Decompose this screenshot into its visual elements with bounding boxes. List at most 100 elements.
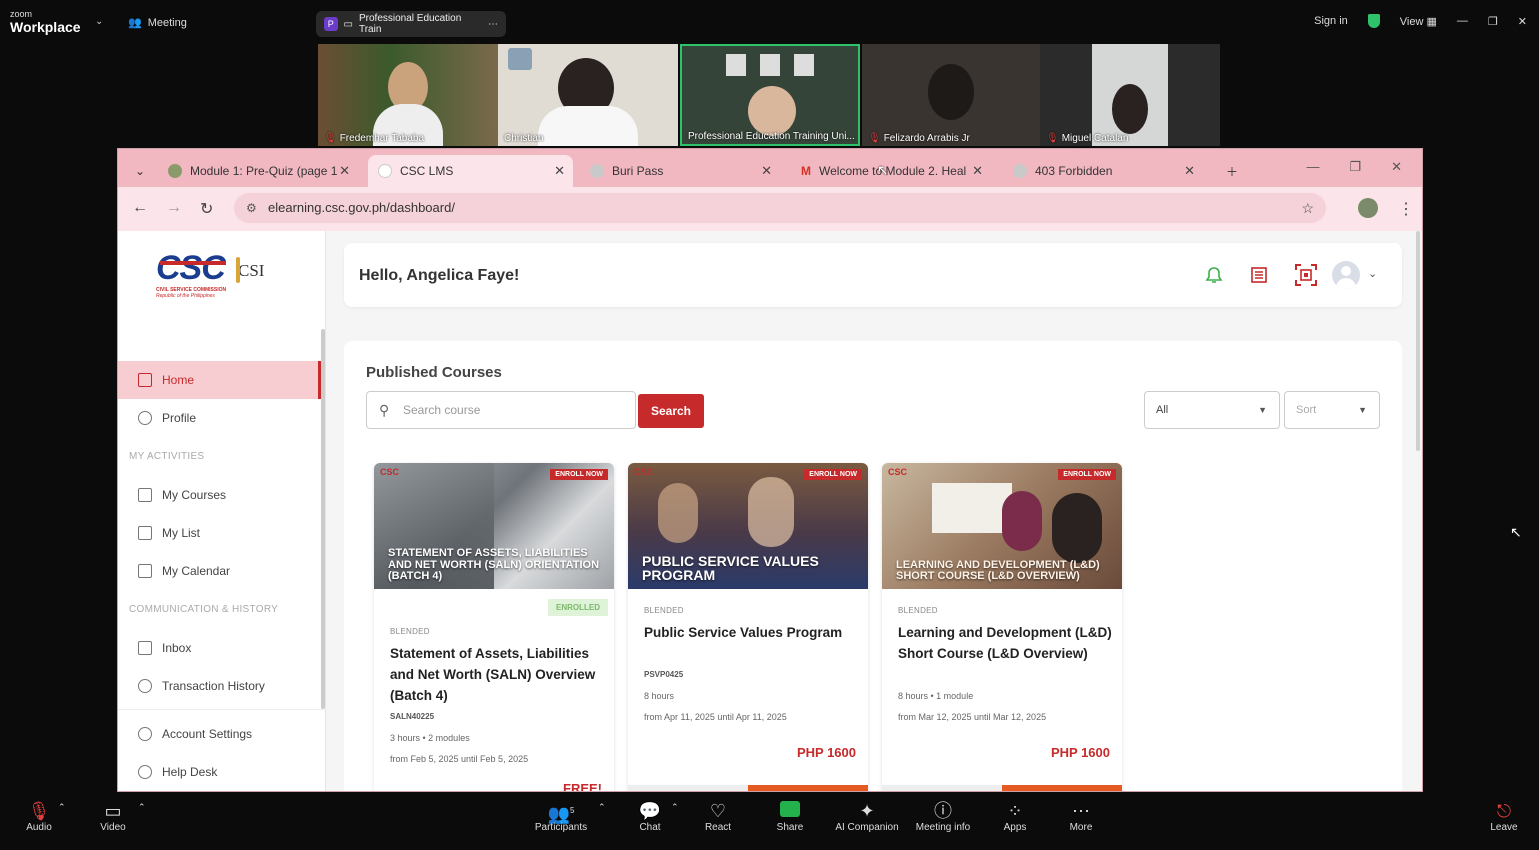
restore-icon[interactable]: ❐ [1488, 15, 1498, 28]
chat-options-icon[interactable]: ⌃ [671, 802, 679, 813]
minimize-icon[interactable]: — [1457, 15, 1468, 27]
participants-icon: 👥5 [547, 804, 575, 824]
sidebar-scrollbar[interactable] [321, 329, 325, 709]
sidebar-item-home[interactable]: Home [118, 361, 322, 399]
history-icon [138, 679, 152, 693]
video-tile-active-speaker[interactable]: Professional Education Training Uni... [680, 44, 860, 146]
participant-name: Professional Education Training Uni... [688, 131, 855, 142]
meeting-label: Meeting [147, 16, 187, 29]
page-header: Hello, Angelica Faye! ⌄ [344, 243, 1402, 307]
meeting-menu[interactable]: 👥 Meeting [128, 16, 187, 30]
close-tab-icon[interactable]: ✕ [339, 163, 350, 179]
chevron-down-icon[interactable]: ⌄ [1368, 267, 1377, 280]
leave-button[interactable]: ⎋ Leave [1488, 800, 1520, 833]
more-button[interactable]: ⋯ More [1066, 800, 1096, 833]
close-tab-icon[interactable]: ✕ [972, 163, 983, 179]
zoom-top-bar: zoom Workplace ⌄ 👥 Meeting P ▭ Professio… [0, 0, 1539, 44]
camera-icon: ▭ [104, 801, 122, 821]
course-title[interactable]: Public Service Values Program [644, 622, 859, 643]
chat-button[interactable]: 💬 Chat [636, 800, 664, 833]
back-icon[interactable]: ← [132, 199, 148, 217]
page-scrollbar[interactable] [1416, 231, 1420, 451]
sort-select[interactable]: Sort ▼ [1284, 391, 1380, 429]
participants-button[interactable]: 👥5 Participants [533, 800, 589, 833]
list-icon[interactable] [1249, 265, 1269, 285]
menu-icon[interactable]: ⋮ [1398, 199, 1414, 219]
course-code: SALN40225 [390, 712, 435, 721]
audio-button[interactable]: 🎙 Audio [22, 800, 56, 833]
add-to-list-button[interactable] [1002, 785, 1122, 791]
video-tile[interactable]: 🎙 Miguel Catalan [1040, 44, 1220, 146]
sign-in-link[interactable]: Sign in [1314, 15, 1348, 27]
minimize-icon[interactable]: — [1306, 159, 1319, 175]
tab-buri-pass[interactable]: Buri Pass ✕ [580, 155, 780, 187]
shield-icon[interactable] [1367, 14, 1380, 28]
chevron-down-icon[interactable]: ⌄ [95, 16, 103, 27]
course-card[interactable]: CSC ENROLL NOW LEARNING AND DEVELOPMENT … [882, 463, 1122, 791]
gmail-icon: M [801, 164, 811, 178]
course-dates: from Apr 11, 2025 until Apr 11, 2025 [644, 712, 787, 722]
restore-icon[interactable]: ❐ [1349, 159, 1361, 175]
video-tile[interactable]: Christian [498, 44, 678, 146]
address-bar-row: ← → ↻ ⚙ elearning.csc.gov.ph/dashboard/ … [118, 187, 1422, 231]
video-tile[interactable]: 🎙 Felizardo Arrabis Jr [862, 44, 1040, 146]
new-tab-button[interactable]: ＋ [1216, 155, 1248, 187]
course-title[interactable]: Learning and Development (L&D) Short Cou… [898, 622, 1113, 664]
sidebar-item-profile[interactable]: Profile [118, 399, 322, 437]
star-icon[interactable]: ☆ [1301, 193, 1314, 223]
add-to-list-button[interactable] [748, 785, 868, 791]
video-options-icon[interactable]: ⌃ [138, 802, 146, 813]
share-button[interactable]: Share [774, 800, 806, 833]
close-tab-icon[interactable]: ✕ [554, 163, 565, 179]
video-tile[interactable]: 🎙 Fredemhar Tababa [318, 44, 498, 146]
tab-module1[interactable]: Module 1: Pre-Quiz (page 1 ✕ [158, 155, 358, 187]
shared-screen-pill[interactable]: P ▭ Professional Education Train ⋯ [316, 11, 506, 37]
csc-mini-logo: CSC [888, 467, 908, 477]
sidebar-item-transaction-history[interactable]: Transaction History [118, 667, 322, 705]
tab-csc-lms[interactable]: CSC LMS ✕ [368, 155, 573, 187]
course-card[interactable]: CSC ENROLL NOW PUBLIC SERVICE VALUES PRO… [628, 463, 868, 791]
close-icon[interactable]: ✕ [1391, 159, 1402, 175]
audio-options-icon[interactable]: ⌃ [58, 802, 66, 813]
sidebar-item-inbox[interactable]: Inbox [118, 629, 322, 667]
learn-more-button[interactable] [882, 785, 1002, 791]
sidebar-item-account-settings[interactable]: Account Settings [118, 715, 322, 753]
bell-icon[interactable] [1204, 265, 1224, 285]
profile-avatar[interactable] [1358, 198, 1378, 218]
site-info-icon[interactable]: ⚙ [246, 193, 257, 223]
course-image: CSC ENROLL NOW PUBLIC SERVICE VALUES PRO… [628, 463, 868, 589]
screen-share-icon: ▭ [343, 18, 353, 30]
meeting-info-button[interactable]: ⓘ Meeting info [914, 800, 972, 833]
react-button[interactable]: ♡ React [702, 800, 734, 833]
ai-companion-button[interactable]: ✦ AI Companion [834, 800, 900, 833]
learn-more-button[interactable] [628, 785, 748, 791]
video-button[interactable]: ▭ Video [98, 800, 128, 833]
avatar[interactable] [1332, 261, 1360, 289]
more-icon[interactable]: ⋯ [488, 19, 498, 30]
forward-icon[interactable]: → [166, 199, 182, 217]
sidebar-item-my-list[interactable]: My List [118, 514, 322, 552]
url-bar[interactable]: ⚙ elearning.csc.gov.ph/dashboard/ ☆ [234, 193, 1326, 223]
participants-options-icon[interactable]: ⌃ [598, 802, 606, 813]
search-button[interactable]: Search [638, 394, 704, 428]
view-button[interactable]: View ▦ [1400, 15, 1437, 28]
course-title[interactable]: Statement of Assets, Liabilities and Net… [390, 643, 605, 706]
tab-search-icon[interactable]: ⌄ [126, 155, 154, 187]
tab-gmail[interactable]: M Welcome to Module 2. Heal ✕ [791, 155, 991, 187]
reload-icon[interactable]: ↻ [200, 199, 213, 219]
sidebar-item-my-calendar[interactable]: My Calendar [118, 552, 322, 590]
sidebar-item-help-desk[interactable]: Help Desk [118, 753, 322, 791]
sidebar-item-my-courses[interactable]: My Courses [118, 476, 322, 514]
greeting: Hello, Angelica Faye! [359, 267, 520, 284]
close-tab-icon[interactable]: ✕ [761, 163, 772, 179]
category-select[interactable]: All ▼ [1144, 391, 1280, 429]
section-title: Published Courses [366, 364, 502, 381]
close-icon[interactable]: ✕ [1518, 15, 1527, 28]
qr-code-icon[interactable] [1294, 263, 1318, 287]
tab-403[interactable]: 403 Forbidden ✕ [1003, 155, 1203, 187]
close-tab-icon[interactable]: ✕ [1184, 163, 1195, 179]
course-card[interactable]: CSC ENROLL NOW STATEMENT OF ASSETS, LIAB… [374, 463, 614, 791]
search-input[interactable]: ⚲ Search course [366, 391, 636, 429]
cursor-icon: ↖ [1510, 524, 1522, 540]
apps-button[interactable]: ⁘ Apps [1002, 800, 1028, 833]
